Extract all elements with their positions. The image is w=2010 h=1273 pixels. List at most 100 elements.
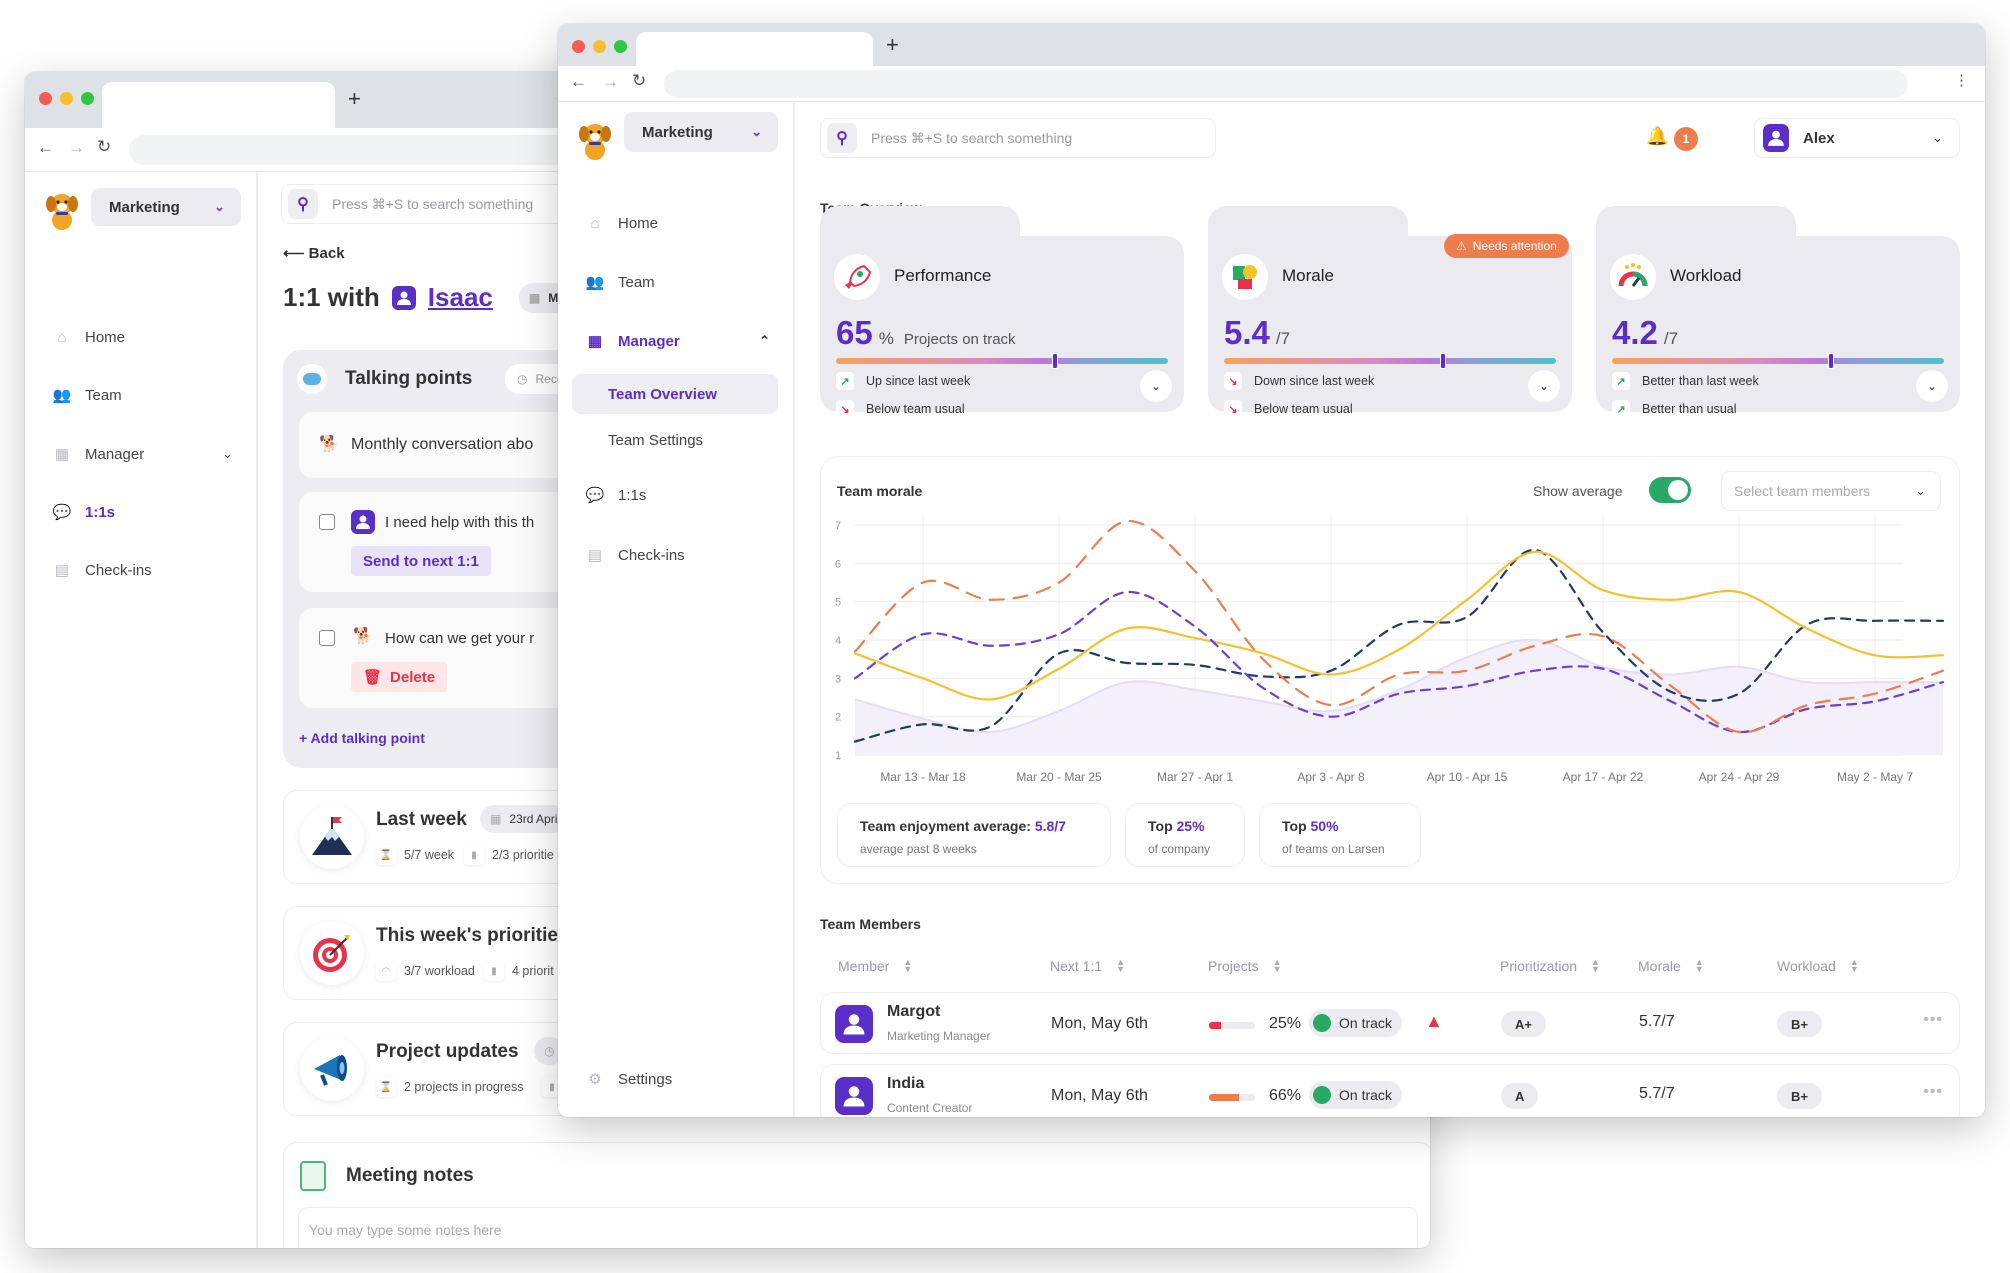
stat-sub: average past 8 weeks [860, 842, 977, 856]
user-menu[interactable]: Alex ⌄ [1754, 118, 1960, 158]
delete-button[interactable]: 🗑 Delete [351, 662, 448, 692]
notification-count-badge[interactable]: 1 [1674, 127, 1698, 151]
expand-chevron-button[interactable]: ⌄ [1140, 370, 1172, 402]
table-row[interactable]: Margot Marketing Manager Mon, May 6th 25… [820, 992, 1960, 1054]
more-options-icon[interactable]: ••• [1923, 1011, 1943, 1029]
trend-label: Up since last week [866, 374, 971, 388]
sidebar-item-team-settings[interactable]: Team Settings [608, 432, 703, 449]
browser-tab[interactable] [636, 32, 873, 66]
talking-point-checkbox[interactable] [319, 514, 335, 530]
trend-label: Below team usual [1254, 402, 1353, 416]
trend-up-icon: ↗ [1612, 400, 1630, 418]
maximize-window-button[interactable] [81, 92, 94, 105]
warning-icon: ▲ [1425, 1011, 1443, 1031]
notes-placeholder: You may type some notes here [309, 1222, 502, 1238]
sidebar-item-label: Check-ins [618, 546, 685, 564]
org-selector[interactable]: Marketing ⌄ [91, 188, 241, 226]
expand-chevron-button[interactable]: ⌄ [1528, 370, 1560, 402]
sidebar-item-settings[interactable]: ⚙ Settings [586, 1070, 672, 1089]
kebab-menu-icon[interactable]: ⋮ [1954, 71, 1969, 89]
metric-gradient-bar [1224, 353, 1556, 369]
sidebar-item-manager[interactable]: ▦ Manager ⌄ [53, 445, 233, 464]
column-header-morale[interactable]: Morale ▲ ▼ [1638, 958, 1704, 975]
column-header-prioritization[interactable]: Prioritization ▲ ▼ [1500, 958, 1600, 975]
metric-value: 65% Projects on track [836, 314, 1016, 352]
member-name[interactable]: Margot [887, 1003, 940, 1021]
sidebar-item-label: Check-ins [85, 561, 152, 579]
stat-chip: ◠ 3/7 workload [376, 961, 475, 981]
sidebar-item-home[interactable]: ⌂ Home [53, 328, 125, 346]
org-selector[interactable]: Marketing ⌄ [624, 112, 778, 152]
select-team-members-dropdown[interactable]: Select team members ⌄ [1721, 471, 1941, 511]
section-title: This week's priorities [376, 925, 569, 946]
talking-points-title: Talking points [345, 368, 473, 389]
trend-label: Below team usual [866, 402, 965, 416]
sidebar-item-label: Manager [85, 445, 145, 463]
status-label: On track [1339, 1015, 1392, 1031]
minimize-window-button[interactable] [593, 40, 606, 53]
close-window-button[interactable] [39, 92, 52, 105]
sidebar-item-1on1s[interactable]: 💬 1:1s [585, 486, 647, 505]
stat-label: 5/7 week [404, 848, 455, 862]
chevron-down-icon: ⌄ [1915, 483, 1926, 498]
table-row[interactable]: India Content Creator Mon, May 6th 66% O… [820, 1064, 1960, 1117]
chat-icon: 💬 [585, 487, 605, 504]
sidebar-item-checkins[interactable]: ▤ Check-ins [53, 561, 152, 580]
maximize-window-button[interactable] [614, 40, 627, 53]
x-tick-label: Apr 24 - Apr 29 [1699, 770, 1780, 784]
sidebar-item-label: Team Overview [608, 385, 717, 403]
notes-textarea[interactable]: You may type some notes here [298, 1207, 1418, 1248]
minimize-window-button[interactable] [60, 92, 73, 105]
metric-gradient-bar [1612, 353, 1944, 369]
prioritization-grade: A [1501, 1083, 1539, 1109]
forward-nav-icon[interactable]: → [68, 138, 85, 158]
forward-nav-icon[interactable]: → [602, 72, 619, 92]
column-header-next[interactable]: Next 1:1 ▲ ▼ [1050, 958, 1125, 975]
search-input[interactable]: ⚲ Press ⌘+S to search something [820, 118, 1216, 158]
column-label: Projects [1208, 958, 1259, 974]
column-label: Member [838, 958, 890, 974]
reload-icon[interactable]: ↻ [97, 137, 111, 157]
sidebar-item-checkins[interactable]: ▤ Check-ins [586, 546, 685, 565]
stat-label: Top [1282, 818, 1311, 834]
sidebar-item-home[interactable]: ⌂ Home [586, 214, 658, 232]
talking-point-checkbox[interactable] [319, 630, 335, 646]
new-tab-button[interactable]: + [886, 32, 899, 58]
back-nav-icon[interactable]: ← [37, 138, 54, 158]
reload-icon[interactable]: ↻ [632, 71, 646, 91]
stat-chip: ⌛ 2 projects in progress [376, 1077, 524, 1097]
person-link[interactable]: Isaac [428, 282, 493, 313]
chevron-down-icon: ⌄ [214, 199, 225, 214]
close-window-button[interactable] [572, 40, 585, 53]
page-title: 1:1 with Isaac ▦Mon, M [283, 282, 600, 313]
sort-icon: ▲ ▼ [903, 957, 913, 974]
status-dot-icon [1313, 1014, 1331, 1032]
sort-icon: ▲ ▼ [1272, 957, 1282, 974]
add-talking-point-button[interactable]: + Add talking point [299, 730, 425, 746]
show-average-toggle[interactable] [1649, 477, 1691, 503]
column-header-workload[interactable]: Workload ▲ ▼ [1777, 958, 1859, 975]
back-nav-icon[interactable]: ← [570, 72, 587, 92]
search-input[interactable]: ⚲ Press ⌘+S to search something [281, 184, 581, 224]
sidebar-item-team-overview[interactable]: Team Overview [572, 374, 778, 414]
notification-bell-icon[interactable]: 🔔 [1646, 126, 1668, 147]
sidebar-item-manager[interactable]: ▦ Manager ⌃ [586, 332, 770, 351]
member-name[interactable]: India [887, 1075, 924, 1093]
back-link[interactable]: ⟵ Back [283, 244, 345, 262]
column-header-member[interactable]: Member ▲ ▼ [838, 957, 913, 975]
sidebar-item-team[interactable]: 👥 Team [586, 273, 655, 292]
more-options-icon[interactable]: ••• [1923, 1083, 1943, 1101]
new-tab-button[interactable]: + [348, 86, 361, 112]
sidebar-item-1on1s[interactable]: 💬 1:1s [53, 503, 115, 522]
browser-tab[interactable] [102, 82, 335, 128]
url-bar[interactable] [664, 70, 1908, 98]
sidebar-item-team[interactable]: 👥 Team [53, 386, 122, 405]
talking-point-text: I need help with this th [385, 514, 535, 531]
expand-chevron-button[interactable]: ⌄ [1916, 370, 1948, 402]
column-label: Morale [1638, 958, 1681, 974]
add-label: Add talking point [310, 730, 425, 746]
column-header-projects[interactable]: Projects ▲ ▼ [1208, 957, 1282, 975]
org-name: Marketing [642, 123, 713, 141]
send-to-next-button[interactable]: Send to next 1:1 [351, 546, 491, 576]
card-tab [1208, 206, 1408, 246]
